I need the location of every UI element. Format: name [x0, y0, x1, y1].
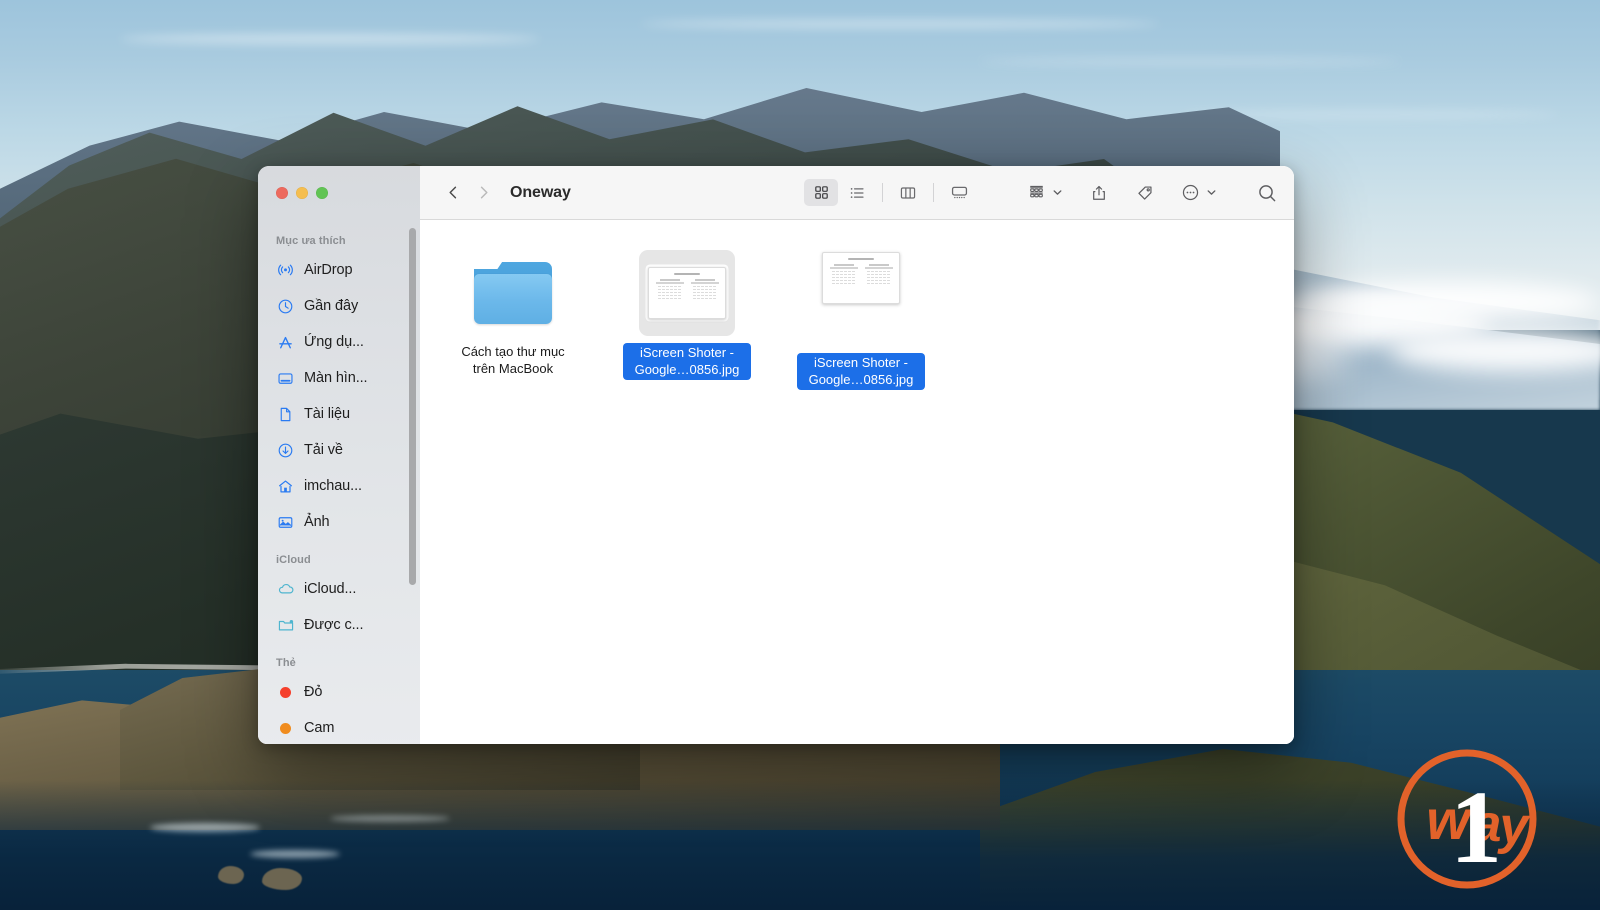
view-mode-group[interactable]: [804, 179, 976, 206]
search-button[interactable]: [1254, 179, 1280, 206]
sidebar-heading-tags: Thẻ: [276, 657, 296, 669]
sidebar-item-home[interactable]: imchau...: [258, 468, 420, 504]
file-item-label: Cách tạo thư mục trên MacBook: [461, 344, 565, 376]
sidebar-item-label: Màn hìn...: [304, 370, 368, 386]
sidebar[interactable]: Mục ưa thích AirDrop Gần đây Ứng dụ... M…: [258, 166, 420, 744]
shared-folder-icon: [276, 616, 295, 635]
sidebar-item-label: imchau...: [304, 478, 362, 494]
toolbar-divider: [933, 183, 934, 202]
column-view-button[interactable]: [891, 179, 925, 206]
group-icon: [1023, 179, 1049, 206]
file-item-folder[interactable]: Cách tạo thư mục trên MacBook: [426, 242, 600, 390]
sidebar-item-label: Tải về: [304, 442, 343, 458]
airdrop-icon: [276, 261, 295, 280]
sidebar-item-shared[interactable]: Được c...: [258, 607, 420, 643]
surf-line: [330, 815, 450, 822]
folder-icon: [474, 262, 552, 324]
sea-rock: [218, 866, 244, 884]
screenshot-preview: [648, 267, 726, 319]
clock-icon: [276, 297, 295, 316]
sea-rock: [262, 868, 302, 890]
home-icon: [276, 477, 295, 496]
sidebar-item-tag-orange[interactable]: Cam: [258, 710, 420, 744]
sidebar-scroll-area: Mục ưa thích AirDrop Gần đây Ứng dụ... M…: [258, 220, 420, 744]
chevron-down-icon: [1052, 187, 1063, 198]
zoom-button[interactable]: [316, 187, 328, 199]
file-item-label: iScreen Shoter - Google…0856.jpg: [623, 343, 751, 380]
sidebar-item-photos[interactable]: Ảnh: [258, 504, 420, 540]
image-thumbnail: [639, 250, 735, 336]
more-actions-button[interactable]: [1174, 179, 1220, 206]
sidebar-item-label: Tài liệu: [304, 406, 350, 422]
sidebar-item-label: Ảnh: [304, 514, 330, 530]
desktop-icon: [276, 369, 295, 388]
gallery-view-button[interactable]: [942, 179, 976, 206]
sidebar-heading-icloud: iCloud: [276, 554, 311, 566]
cloud-streak: [120, 34, 540, 44]
minimize-button[interactable]: [296, 187, 308, 199]
chevron-down-icon: [1206, 187, 1217, 198]
tags-button[interactable]: [1128, 179, 1162, 206]
toolbar[interactable]: Oneway: [420, 166, 1294, 220]
sidebar-item-label: iCloud...: [304, 581, 357, 597]
cloud-icon: [276, 580, 295, 599]
sidebar-item-recents[interactable]: Gần đây: [258, 288, 420, 324]
sidebar-item-tag-red[interactable]: Đỏ: [258, 674, 420, 710]
sidebar-item-label: Cam: [304, 720, 335, 736]
tag-dot-icon: [276, 683, 295, 702]
sidebar-scrollbar[interactable]: [409, 228, 416, 585]
share-button[interactable]: [1082, 179, 1116, 206]
sidebar-item-label: Ứng dụ...: [304, 334, 364, 350]
sidebar-item-label: Đỏ: [304, 684, 323, 700]
sidebar-heading-favorites: Mục ưa thích: [276, 235, 346, 247]
deep-ocean-shading: [0, 780, 1600, 910]
file-item-screenshot-2[interactable]: iScreen Shoter - Google…0856.jpg: [774, 242, 948, 390]
surf-line: [250, 850, 340, 858]
sidebar-item-label: Gần đây: [304, 298, 359, 314]
photos-icon: [276, 513, 295, 532]
group-by-button[interactable]: [1020, 179, 1066, 206]
ellipsis-circle-icon: [1177, 179, 1203, 206]
folder-thumbnail: [465, 250, 561, 336]
sidebar-item-downloads[interactable]: Tải về: [258, 432, 420, 468]
screenshot-preview: [822, 252, 900, 304]
file-grid-area[interactable]: Cách tạo thư mục trên MacBook iScreen Sh…: [420, 220, 1294, 744]
image-thumbnail: [813, 250, 909, 336]
file-item-label: iScreen Shoter - Google…0856.jpg: [797, 353, 925, 390]
icon-view-button[interactable]: [804, 179, 838, 206]
applications-icon: [276, 333, 295, 352]
back-button[interactable]: [438, 178, 468, 208]
sidebar-item-label: Được c...: [304, 617, 364, 633]
sidebar-item-applications[interactable]: Ứng dụ...: [258, 324, 420, 360]
close-button[interactable]: [276, 187, 288, 199]
cloud-streak: [640, 20, 1160, 28]
finder-window[interactable]: Mục ưa thích AirDrop Gần đây Ứng dụ... M…: [258, 166, 1294, 744]
sidebar-item-icloud-drive[interactable]: iCloud...: [258, 571, 420, 607]
toolbar-divider: [882, 183, 883, 202]
sidebar-item-documents[interactable]: Tài liệu: [258, 396, 420, 432]
window-traffic-lights[interactable]: [258, 166, 420, 220]
fog-bank: [1300, 282, 1600, 322]
file-grid: Cách tạo thư mục trên MacBook iScreen Sh…: [420, 242, 1294, 390]
forward-button[interactable]: [468, 178, 498, 208]
list-view-button[interactable]: [840, 179, 874, 206]
cloud-streak: [980, 58, 1400, 65]
tag-dot-icon: [276, 719, 295, 738]
sidebar-item-airdrop[interactable]: AirDrop: [258, 252, 420, 288]
main-pane: Oneway Cách tạo thư mục trên MacBook iSc…: [420, 166, 1294, 744]
surf-line: [150, 823, 260, 832]
document-icon: [276, 405, 295, 424]
sidebar-item-label: AirDrop: [304, 262, 353, 278]
file-item-screenshot-1[interactable]: iScreen Shoter - Google…0856.jpg: [600, 242, 774, 390]
window-title: Oneway: [510, 183, 571, 201]
downloads-icon: [276, 441, 295, 460]
sidebar-item-desktop[interactable]: Màn hìn...: [258, 360, 420, 396]
